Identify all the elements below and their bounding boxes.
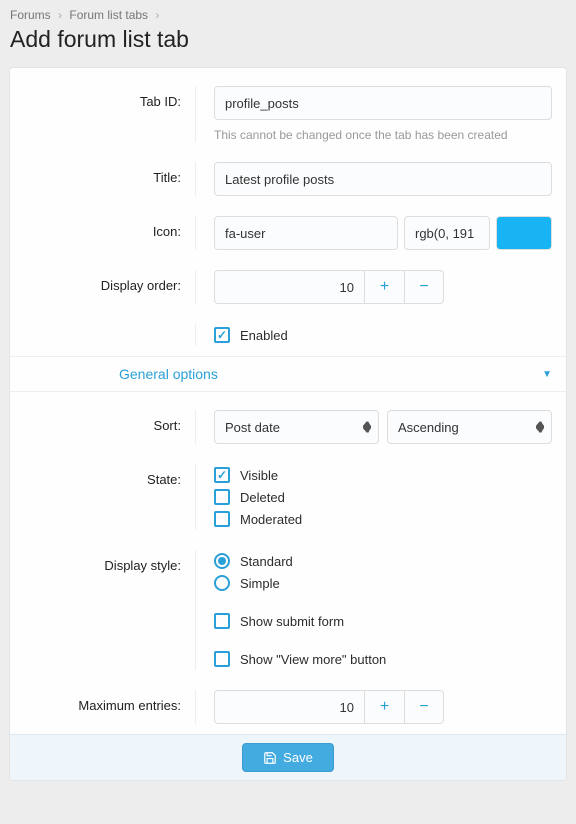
style-standard-radio[interactable]: Standard bbox=[214, 550, 552, 572]
enabled-checkbox[interactable]: Enabled bbox=[214, 324, 552, 346]
label-display-style: Display style: bbox=[10, 550, 195, 670]
label-display-order: Display order: bbox=[10, 270, 195, 304]
label-tab-id: Tab ID: bbox=[10, 86, 195, 142]
chevron-right-icon: › bbox=[58, 8, 62, 22]
icon-color-input[interactable] bbox=[404, 216, 490, 250]
title-input[interactable] bbox=[214, 162, 552, 196]
direction-select[interactable]: Ascending bbox=[387, 410, 552, 444]
breadcrumb: Forums › Forum list tabs › bbox=[0, 0, 576, 24]
chevron-right-icon: › bbox=[155, 8, 159, 22]
enabled-label: Enabled bbox=[240, 328, 288, 343]
max-entries-stepper: + − bbox=[214, 690, 552, 724]
style-simple-radio[interactable]: Simple bbox=[214, 572, 552, 594]
form-footer: Save bbox=[10, 734, 566, 780]
form-panel: Tab ID: This cannot be changed once the … bbox=[9, 67, 567, 781]
save-label: Save bbox=[283, 750, 313, 765]
radio-icon bbox=[214, 553, 230, 569]
color-swatch[interactable] bbox=[496, 216, 552, 250]
checkbox-label: Moderated bbox=[240, 512, 302, 527]
save-icon bbox=[263, 751, 277, 765]
state-deleted-checkbox[interactable]: Deleted bbox=[214, 486, 552, 508]
section-general-options[interactable]: General options ▼ bbox=[10, 356, 566, 392]
page-title: Add forum list tab bbox=[0, 24, 576, 67]
label-icon: Icon: bbox=[10, 216, 195, 250]
checkbox-icon bbox=[214, 467, 230, 483]
radio-label: Standard bbox=[240, 554, 293, 569]
show-viewmore-checkbox[interactable]: Show "View more" button bbox=[214, 648, 552, 670]
max-entries-input[interactable] bbox=[214, 690, 364, 724]
label-title: Title: bbox=[10, 162, 195, 196]
checkbox-icon bbox=[214, 651, 230, 667]
checkbox-icon bbox=[214, 613, 230, 629]
checkbox-label: Visible bbox=[240, 468, 278, 483]
caret-down-icon: ▼ bbox=[542, 369, 552, 380]
show-submit-checkbox[interactable]: Show submit form bbox=[214, 610, 552, 632]
checkbox-icon bbox=[214, 489, 230, 505]
radio-label: Simple bbox=[240, 576, 280, 591]
checkbox-icon bbox=[214, 511, 230, 527]
checkbox-label: Show submit form bbox=[240, 614, 344, 629]
decrement-button[interactable]: − bbox=[404, 270, 444, 304]
tab-id-help: This cannot be changed once the tab has … bbox=[214, 128, 552, 142]
checkbox-icon bbox=[214, 327, 230, 343]
state-moderated-checkbox[interactable]: Moderated bbox=[214, 508, 552, 530]
label-state: State: bbox=[10, 464, 195, 530]
save-button[interactable]: Save bbox=[242, 743, 334, 772]
breadcrumb-forums[interactable]: Forums bbox=[10, 8, 51, 22]
display-order-stepper: + − bbox=[214, 270, 552, 304]
checkbox-label: Show "View more" button bbox=[240, 652, 386, 667]
increment-button[interactable]: + bbox=[364, 690, 404, 724]
sort-select[interactable]: Post date bbox=[214, 410, 379, 444]
radio-icon bbox=[214, 575, 230, 591]
icon-input[interactable] bbox=[214, 216, 398, 250]
increment-button[interactable]: + bbox=[364, 270, 404, 304]
label-max-entries: Maximum entries: bbox=[10, 690, 195, 724]
label-sort: Sort: bbox=[10, 410, 195, 444]
breadcrumb-forum-list-tabs[interactable]: Forum list tabs bbox=[69, 8, 148, 22]
tab-id-input[interactable] bbox=[214, 86, 552, 120]
decrement-button[interactable]: − bbox=[404, 690, 444, 724]
state-visible-checkbox[interactable]: Visible bbox=[214, 464, 552, 486]
display-order-input[interactable] bbox=[214, 270, 364, 304]
checkbox-label: Deleted bbox=[240, 490, 285, 505]
section-title: General options bbox=[119, 366, 218, 382]
